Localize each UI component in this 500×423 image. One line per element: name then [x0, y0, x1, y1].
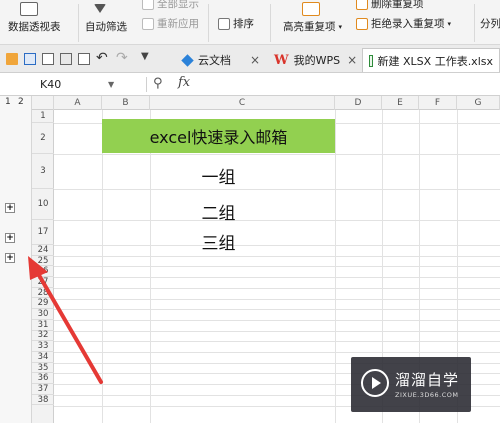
formula-input[interactable] — [210, 76, 498, 93]
delete-duplicates-button[interactable]: 删除重复项 — [356, 0, 424, 11]
pivot-table-icon[interactable] — [20, 2, 38, 16]
cloud-docs-icon — [181, 53, 194, 67]
tab-my-wps[interactable]: W 我的WPS × — [268, 48, 363, 72]
ribbon-divider — [78, 4, 79, 42]
delete-duplicates-label: 删除重复项 — [371, 0, 424, 10]
highlight-duplicates-label: 高亮重复项 — [283, 21, 336, 33]
document-tab-bar: ↶ ↷ ▼ 云文档 × W 我的WPS × 新建 XLSX 工作表.xlsx — [0, 45, 500, 73]
split-column-button[interactable]: 分列 — [480, 16, 500, 31]
tab-label: 新建 XLSX 工作表.xlsx — [377, 54, 493, 68]
highlight-duplicates-button[interactable]: 高亮重复项 ▾ — [283, 19, 342, 34]
ribbon-divider — [270, 4, 271, 42]
print-icon[interactable] — [60, 53, 72, 65]
highlight-duplicates-icon — [302, 2, 320, 16]
name-box-dropdown-icon[interactable]: ▼ — [108, 80, 114, 89]
pivot-table-label: 数据透视表 — [8, 21, 61, 33]
reapply-label: 重新应用 — [157, 18, 199, 30]
reapply-button[interactable]: 重新应用 — [142, 16, 199, 31]
insert-function-icon[interactable]: fx — [178, 75, 190, 90]
reapply-icon — [142, 17, 154, 30]
save-icon[interactable] — [24, 53, 36, 65]
close-tab-icon[interactable]: × — [250, 53, 260, 67]
reject-duplicates-icon — [356, 17, 368, 30]
arrow-shaft — [34, 268, 103, 384]
sort-label: 排序 — [233, 18, 254, 30]
reject-duplicates-label: 拒绝录入重复项 — [371, 18, 445, 30]
spreadsheet-icon — [369, 54, 373, 67]
show-all-label: 全部显示 — [157, 0, 199, 10]
reject-duplicates-button[interactable]: 拒绝录入重复项 ▾ — [356, 16, 451, 31]
watermark-logo: 溜溜自学 ZIXUE.3D66.COM — [351, 357, 471, 412]
dropdown-caret-icon: ▾ — [338, 22, 343, 31]
filter-icon — [94, 4, 106, 13]
ribbon-divider — [208, 4, 209, 42]
tab-label: 云文档 — [198, 54, 231, 67]
close-tab-icon[interactable]: × — [347, 53, 357, 67]
show-all-icon — [142, 0, 154, 10]
customize-dropdown-icon[interactable]: ▼ — [141, 51, 153, 63]
export-pdf-icon[interactable] — [78, 53, 90, 65]
watermark-brand: 溜溜自学 — [395, 371, 460, 389]
autofilter-label: 自动筛选 — [85, 21, 127, 33]
dropdown-caret-icon: ▾ — [447, 19, 452, 28]
ribbon-toolbar: 数据透视表 自动筛选 全部显示 重新应用 排序 高亮重复项 ▾ 删除重复项 拒绝录… — [0, 0, 500, 45]
redo-icon[interactable]: ↷ — [116, 50, 128, 66]
pivot-table-button[interactable]: 数据透视表 — [8, 19, 61, 34]
wps-logo-icon: W — [274, 52, 289, 68]
tab-workbook[interactable]: 新建 XLSX 工作表.xlsx — [362, 48, 500, 72]
undo-icon[interactable]: ↶ — [96, 50, 108, 66]
show-all-button[interactable]: 全部显示 — [142, 0, 199, 11]
autofilter-button[interactable]: 自动筛选 — [85, 19, 127, 34]
open-folder-icon[interactable] — [6, 53, 18, 65]
ribbon-divider — [474, 4, 475, 42]
zoom-icon[interactable]: ⚲ — [153, 76, 163, 91]
sort-icon — [218, 17, 230, 30]
formula-bar-divider — [146, 77, 147, 92]
play-icon — [361, 369, 389, 397]
delete-duplicates-icon — [356, 0, 368, 10]
print-preview-icon[interactable] — [42, 53, 54, 65]
sort-button[interactable]: 排序 — [218, 16, 254, 31]
arrow-head — [28, 256, 48, 280]
split-column-label: 分列 — [480, 18, 500, 30]
formula-bar: K40 ▼ ⚲ fx — [0, 73, 500, 96]
tab-cloud-docs[interactable]: 云文档 × — [176, 48, 266, 72]
watermark-url: ZIXUE.3D66.COM — [395, 391, 459, 399]
tab-label: 我的WPS — [293, 54, 341, 67]
